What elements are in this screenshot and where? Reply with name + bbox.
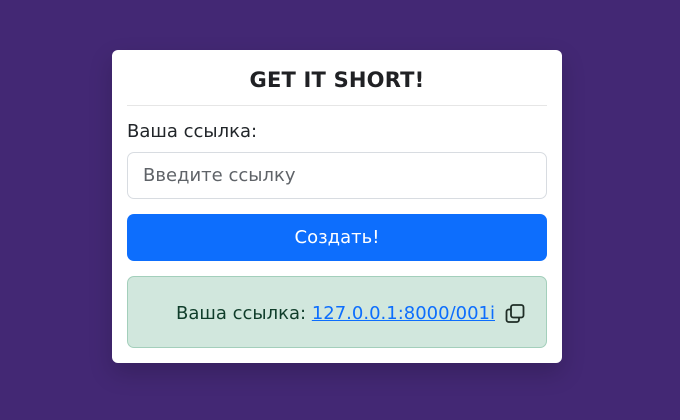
result-text: Ваша ссылка: 127.0.0.1:8000/001i — [176, 303, 495, 324]
result-prefix: Ваша ссылка: — [176, 303, 307, 324]
url-input[interactable] — [127, 152, 547, 199]
url-label: Ваша ссылка: — [127, 121, 258, 142]
create-button[interactable]: Создать! — [127, 214, 547, 261]
short-link-result: Ваша ссылка: 127.0.0.1:8000/001i — [127, 276, 547, 348]
page-title: GET IT SHORT! — [249, 68, 425, 92]
title-divider — [127, 105, 547, 106]
short-link[interactable]: 127.0.0.1:8000/001i — [312, 303, 495, 324]
shortener-card: GET IT SHORT! Ваша ссылка: Создать! Ваша… — [112, 50, 562, 363]
copy-icon[interactable] — [503, 302, 527, 326]
